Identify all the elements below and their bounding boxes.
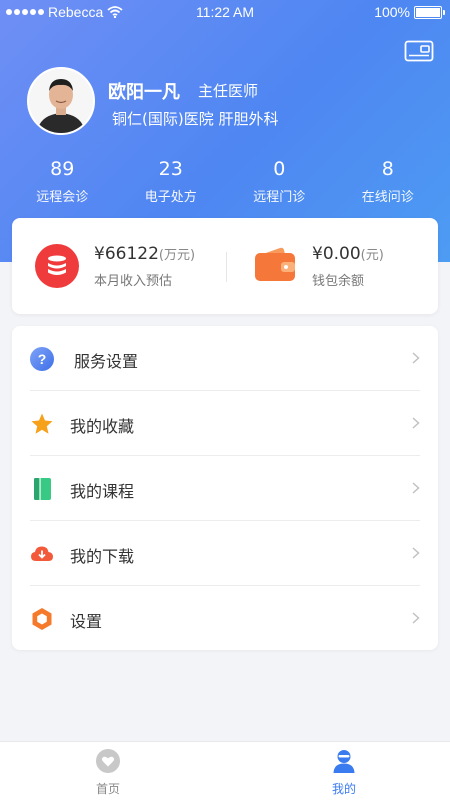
stat-label: 远程门诊 <box>253 190 306 205</box>
menu-item-settings[interactable]: 设置 <box>12 586 438 651</box>
status-bar: Rebecca 11:22 AM 100% <box>0 0 450 26</box>
tab-bar: 首页 我的 <box>0 741 450 801</box>
menu-item-service-settings[interactable]: ? 服务设置 <box>12 326 438 391</box>
tab-label: 首页 <box>95 782 120 796</box>
doctor-name: 欧阳一凡 <box>108 82 180 103</box>
book-icon <box>34 478 51 500</box>
heart-icon <box>96 749 120 773</box>
monthly-income-label: 本月收入预估 <box>94 274 173 289</box>
doctor-title: 主任医师 <box>198 82 259 100</box>
user-icon <box>333 750 355 773</box>
menu-item-favorites[interactable]: 我的收藏 <box>12 391 438 456</box>
status-right: 100% <box>374 4 445 20</box>
avatar[interactable] <box>27 67 95 135</box>
wallet-balance-label: 钱包余额 <box>312 274 365 289</box>
income-divider <box>226 252 227 282</box>
stat-label: 在线问诊 <box>361 190 414 205</box>
stats-row: 89 远程会诊 23 电子处方 0 远程门诊 8 在线问诊 <box>8 158 442 205</box>
wallet-balance-unit: (元) <box>360 248 384 263</box>
stat-online-inquiry[interactable]: 8 在线问诊 <box>334 158 443 205</box>
id-card-icon[interactable] <box>404 40 434 62</box>
income-card: ¥66122(万元) 本月收入预估 ¥0.00(元) 钱包余额 <box>12 218 438 314</box>
chevron-right-icon <box>412 417 420 429</box>
wallet-icon <box>255 247 295 281</box>
chevron-right-icon <box>412 612 420 624</box>
monthly-income-unit: (万元) <box>158 248 196 263</box>
stat-value: 89 <box>50 158 75 180</box>
stat-value: 8 <box>381 158 394 180</box>
tab-home[interactable]: 首页 <box>48 742 168 801</box>
battery-icon <box>414 5 445 19</box>
monthly-income-amount: ¥66122 <box>94 244 159 264</box>
tab-label: 我的 <box>331 782 356 796</box>
coins-icon <box>35 244 79 288</box>
menu-item-label: 我的下载 <box>70 547 135 566</box>
menu-item-courses[interactable]: 我的课程 <box>12 456 438 521</box>
chevron-right-icon <box>412 352 420 364</box>
doctor-portrait-icon <box>29 69 93 133</box>
wallet-balance-amount: ¥0.00 <box>312 244 361 264</box>
svg-text:?: ? <box>38 351 47 367</box>
chevron-right-icon <box>412 547 420 559</box>
monthly-income-value: ¥66122(万元) <box>94 244 195 264</box>
stat-value: 23 <box>158 158 183 180</box>
menu-item-label: 设置 <box>70 612 103 631</box>
stat-e-prescription[interactable]: 23 电子处方 <box>117 158 226 205</box>
question-icon: ? <box>30 347 54 371</box>
stat-remote-consultation[interactable]: 89 远程会诊 <box>8 158 117 205</box>
stat-label: 电子处方 <box>144 190 197 205</box>
tab-mine[interactable]: 我的 <box>284 742 404 801</box>
chevron-right-icon <box>412 482 420 494</box>
menu-list: ? 服务设置 我的收藏 我的课程 我的下载 设置 <box>12 326 438 650</box>
wallet-balance[interactable]: ¥0.00(元) 钱包余额 <box>252 218 450 314</box>
menu-item-downloads[interactable]: 我的下载 <box>12 521 438 586</box>
menu-item-label: 我的收藏 <box>70 417 135 436</box>
doctor-hospital: 铜仁(国际)医院 肝胆外科 <box>112 110 279 128</box>
star-icon <box>31 413 53 434</box>
battery-percent: 100% <box>374 4 410 20</box>
menu-item-label: 我的课程 <box>70 482 135 501</box>
monthly-income[interactable]: ¥66122(万元) 本月收入预估 <box>34 218 234 314</box>
stat-value: 0 <box>273 158 286 180</box>
menu-item-label: 服务设置 <box>74 352 139 371</box>
wallet-balance-value: ¥0.00(元) <box>312 244 384 264</box>
stat-label: 远程会诊 <box>36 190 89 205</box>
hexagon-settings-icon <box>32 608 52 630</box>
cloud-download-icon <box>31 546 53 561</box>
stat-remote-clinic[interactable]: 0 远程门诊 <box>225 158 334 205</box>
